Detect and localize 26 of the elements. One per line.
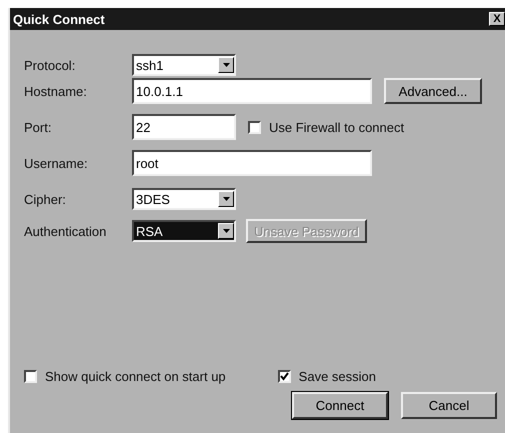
field-label: Authentication xyxy=(24,224,108,238)
checkbox-label: Save session xyxy=(298,369,376,384)
checkbox[interactable] xyxy=(278,370,291,383)
text-field[interactable]: 10.0.1.1 xyxy=(132,78,372,104)
dialog-button[interactable]: Connect xyxy=(292,392,388,419)
field-label: Username: xyxy=(24,156,89,170)
dropdown-value: ssh1 xyxy=(135,58,164,72)
dialog-button[interactable]: Cancel xyxy=(401,392,497,419)
dropdown[interactable]: RSA xyxy=(132,220,236,242)
checkbox-label: Use Firewall to connect xyxy=(269,120,404,134)
dropdown-value: 3DES xyxy=(135,192,170,206)
dropdown[interactable]: 3DES xyxy=(132,188,236,210)
text-field[interactable]: root xyxy=(132,150,372,176)
field-label: Protocol: xyxy=(24,58,76,72)
side-button[interactable]: Advanced... xyxy=(384,78,482,104)
dropdown[interactable]: ssh1 xyxy=(132,54,236,76)
checkbox[interactable] xyxy=(248,120,261,134)
field-label: Port: xyxy=(24,120,52,134)
checkbox[interactable] xyxy=(24,370,37,383)
dropdown-value: RSA xyxy=(135,224,163,238)
field-label: Hostname: xyxy=(24,84,88,98)
close-button[interactable]: X xyxy=(489,12,505,26)
text-field[interactable]: 22 xyxy=(132,114,236,140)
checkbox-label: Show quick connect on start up xyxy=(45,369,226,384)
field-label: Cipher: xyxy=(24,192,67,206)
window-title: Quick Connect xyxy=(13,12,105,26)
